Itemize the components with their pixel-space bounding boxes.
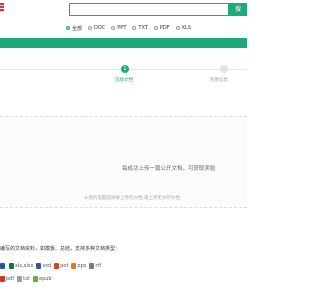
pdf-type: pdf <box>0 276 14 282</box>
pps-type: pps <box>71 263 86 269</box>
step-2-indicator <box>220 65 228 73</box>
search-button[interactable]: 搜 <box>229 3 247 16</box>
radio-icon <box>66 26 70 30</box>
filter-doc-radio[interactable]: DOC <box>88 25 105 31</box>
upload-reward-text: 每成功上传一篇公开文档，可获取奖励 <box>122 166 216 172</box>
filter-pdf-radio[interactable]: PDF <box>153 25 170 31</box>
step-2-label: 完善信息 <box>210 78 228 83</box>
search-input[interactable] <box>69 3 229 16</box>
file-types-row-1: xls,xlsx vsd pot pps rtf <box>0 263 247 269</box>
supported-types-title: 编写的文档资料，如模板、总结，支持多种文档类型： <box>0 246 121 252</box>
nav-bar <box>0 38 247 48</box>
excel-icon <box>9 263 14 269</box>
word-icon <box>0 263 5 269</box>
txt-icon <box>17 276 23 282</box>
rtf-type: rtf <box>89 263 101 269</box>
powerpoint-template-icon <box>54 263 60 269</box>
upload-hint-text[interactable]: 从我的电脑选择要上传的文档,请上传无水印文档 <box>84 195 180 201</box>
radio-icon <box>175 26 180 30</box>
pot-type: pot <box>54 263 68 269</box>
visio-type: vsd <box>36 263 51 269</box>
file-types-row-2: pdf txt epub <box>0 276 247 282</box>
filter-all-radio[interactable]: 全部 <box>66 25 82 32</box>
epub-type: epub <box>33 276 52 282</box>
site-logo[interactable] <box>0 3 4 12</box>
word-type <box>0 263 6 269</box>
filter-txt-radio[interactable]: TXT <box>132 25 148 31</box>
radio-icon <box>132 26 137 30</box>
radio-icon <box>88 26 93 30</box>
step-1-label: 选择文档 <box>115 78 133 83</box>
txt-type: txt <box>17 276 30 282</box>
filter-ppt-radio[interactable]: PPT <box>111 25 126 31</box>
filter-xls-radio[interactable]: XLS <box>175 25 191 31</box>
radio-icon <box>153 26 158 30</box>
powerpoint-show-icon <box>71 263 77 269</box>
step-1-indicator: 1 <box>121 65 129 73</box>
epub-icon <box>33 276 38 282</box>
rtf-icon <box>89 263 95 269</box>
pdf-icon <box>0 276 5 282</box>
visio-icon <box>36 263 42 269</box>
radio-icon <box>111 26 116 30</box>
file-type-filters: 全部 DOC PPT TXT PDF XLS <box>66 24 247 32</box>
excel-type: xls,xlsx <box>9 263 33 269</box>
